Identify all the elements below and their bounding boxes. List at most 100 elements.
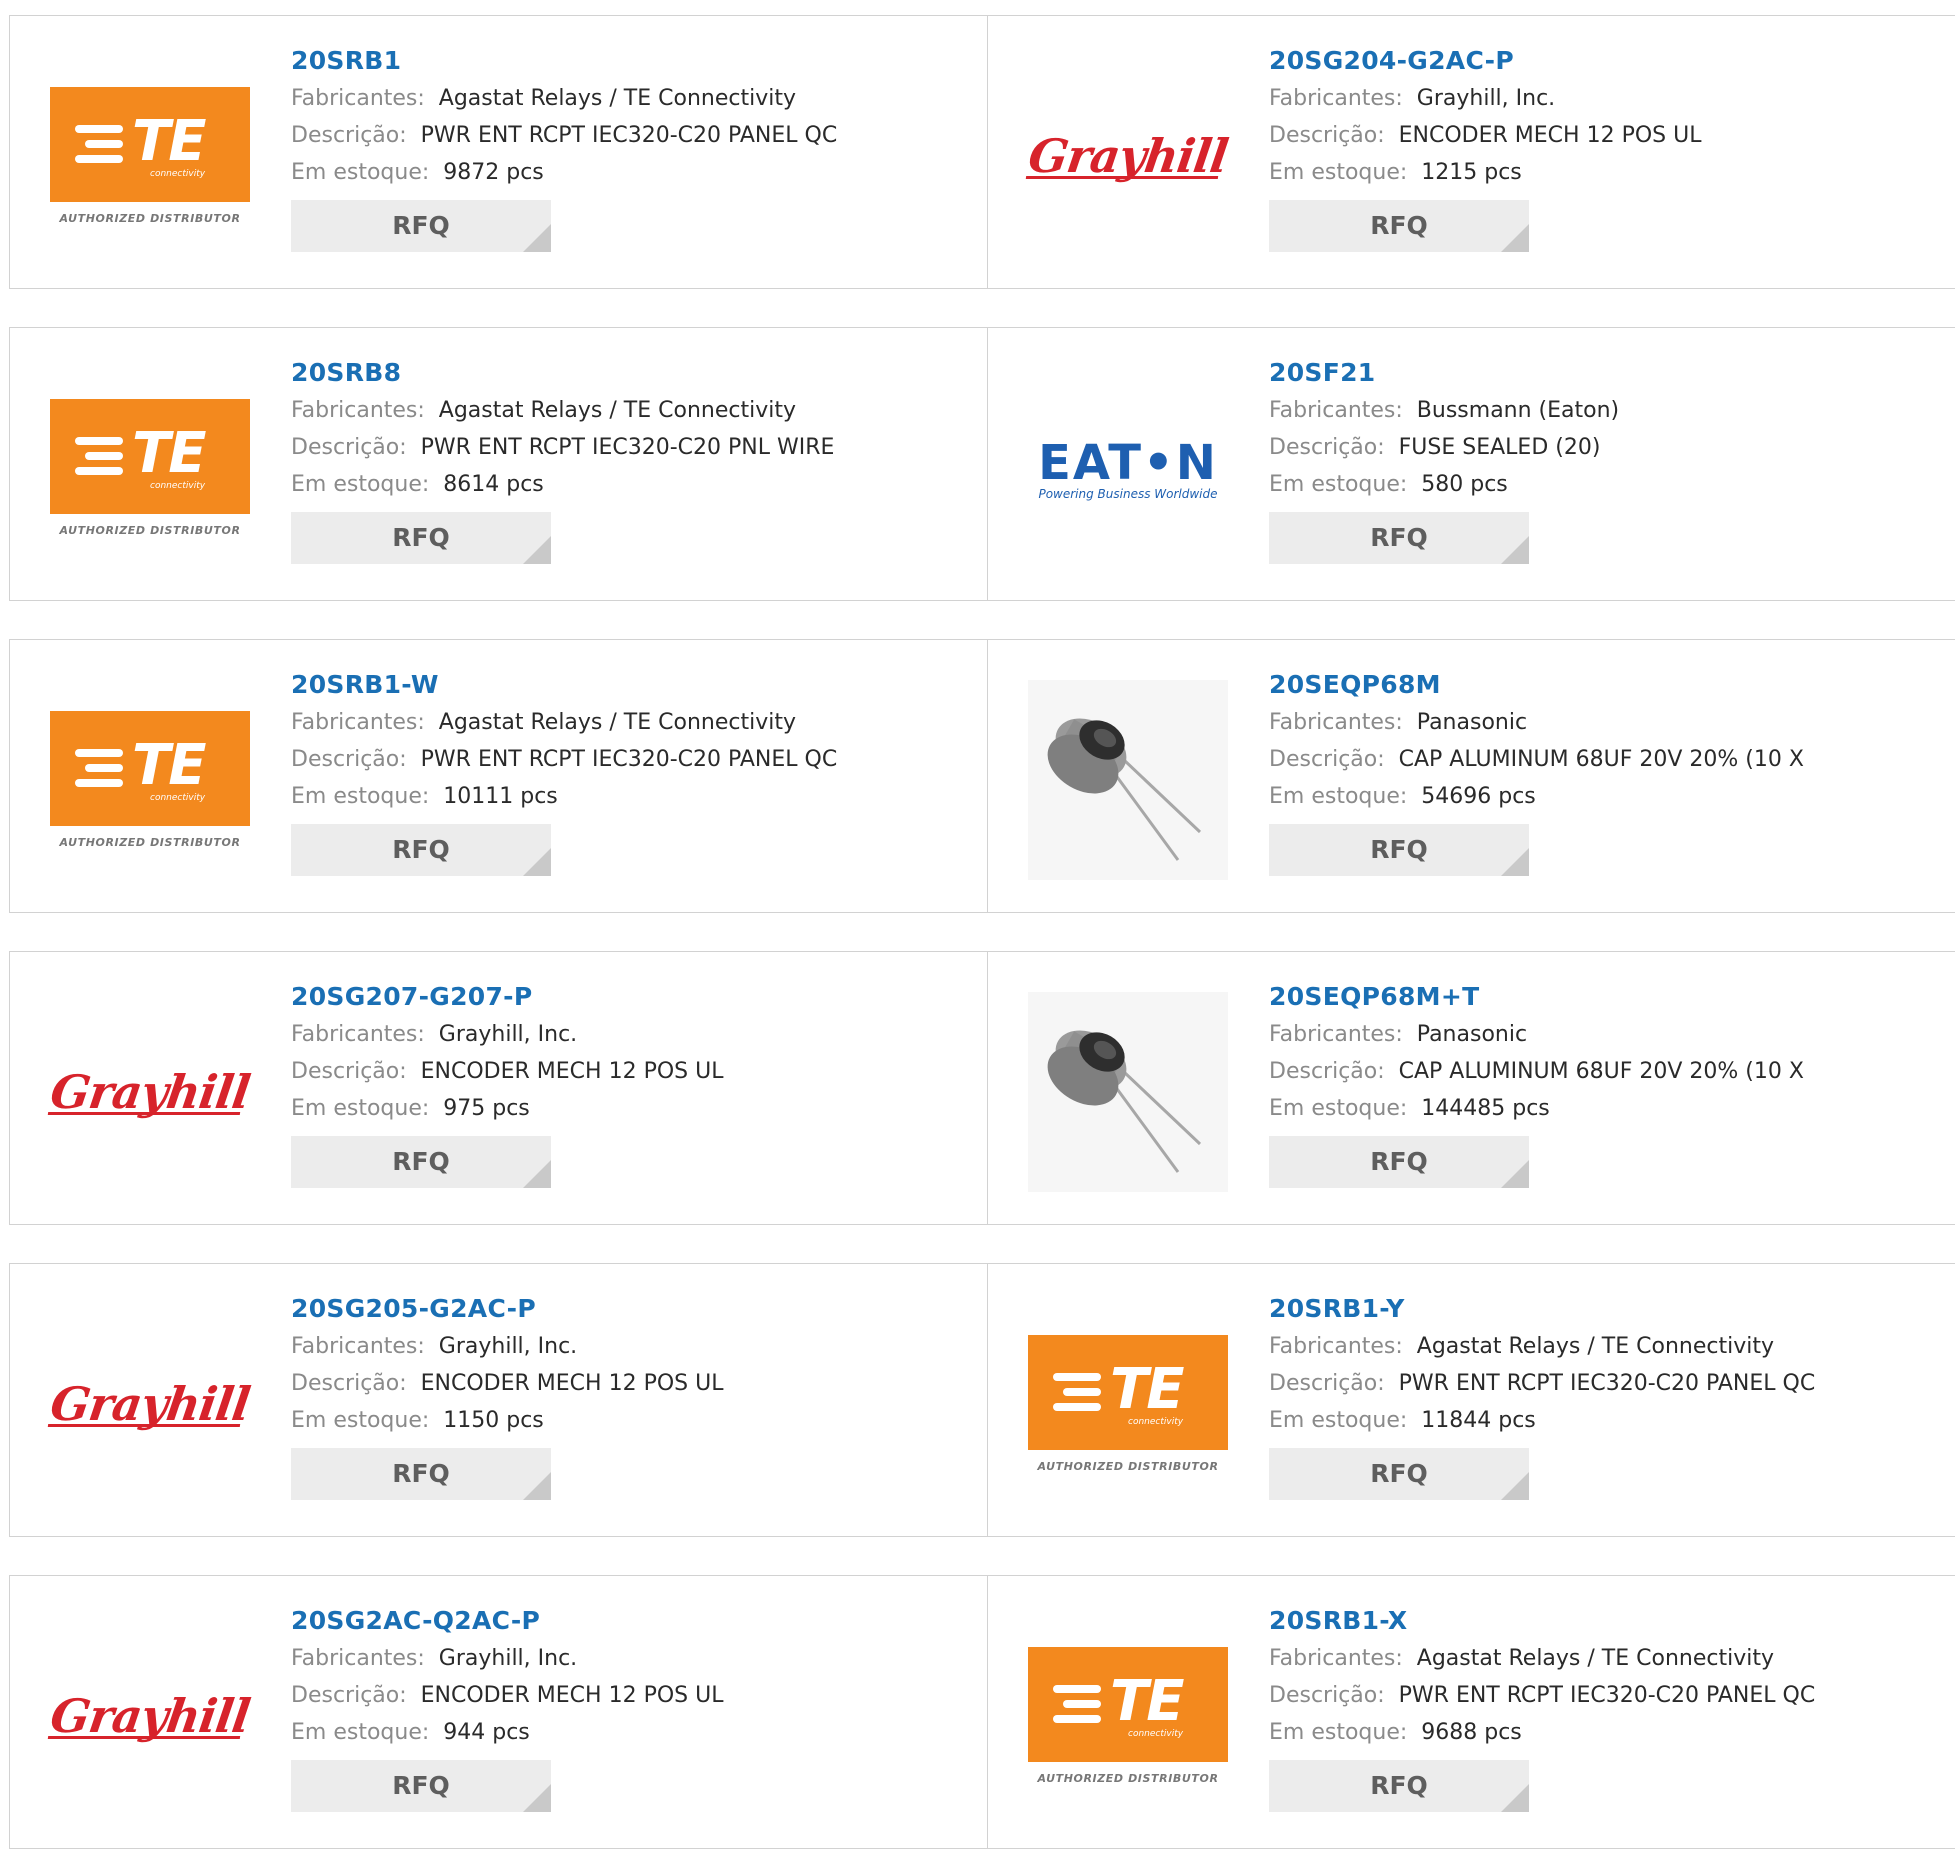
logo-slot[interactable]: TE connectivity AUTHORIZED DISTRIBUTOR — [1028, 1616, 1228, 1816]
logo-slot[interactable]: Grayhill — [47, 1616, 253, 1816]
part-number-link[interactable]: 20SG2AC-Q2AC-P — [291, 1602, 723, 1640]
manufacturer-value: Bussmann (Eaton) — [1416, 398, 1620, 423]
rfq-button[interactable]: RFQ — [1269, 200, 1529, 252]
description-label: Descrição: — [1269, 1371, 1385, 1396]
stock-line: Em estoque: 580 pcs — [1269, 466, 1619, 503]
manufacturer-line: Fabricantes: Agastat Relays / TE Connecti… — [1269, 1328, 1815, 1365]
stock-line: Em estoque: 9688 pcs — [1269, 1714, 1815, 1751]
part-number-link[interactable]: 20SRB1-X — [1269, 1602, 1815, 1640]
logo-slot[interactable] — [1028, 992, 1228, 1192]
rfq-button[interactable]: RFQ — [291, 1760, 551, 1812]
te-authorized-text: AUTHORIZED DISTRIBUTOR — [59, 212, 241, 225]
logo-slot[interactable]: TE connectivity AUTHORIZED DISTRIBUTOR — [50, 368, 250, 568]
rfq-button[interactable]: RFQ — [1269, 1760, 1529, 1812]
manufacturer-value: Agastat Relays / TE Connectivity — [438, 710, 796, 735]
manufacturer-label: Fabricantes: — [1269, 710, 1403, 735]
te-authorized-text: AUTHORIZED DISTRIBUTOR — [59, 836, 241, 849]
logo-slot[interactable]: TE connectivity AUTHORIZED DISTRIBUTOR — [50, 56, 250, 256]
te-tagline: connectivity — [150, 481, 206, 491]
stock-line: Em estoque: 1215 pcs — [1269, 154, 1701, 191]
description-value: PWR ENT RCPT IEC320-C20 PANEL QC — [420, 747, 838, 772]
corner-fold-icon — [523, 1784, 551, 1812]
description-label: Descrição: — [291, 747, 407, 772]
corner-fold-icon — [523, 1472, 551, 1500]
product-row: TE connectivity AUTHORIZED DISTRIBUTOR 2… — [9, 639, 1955, 913]
rfq-button[interactable]: RFQ — [291, 1136, 551, 1188]
te-authorized-text: AUTHORIZED DISTRIBUTOR — [59, 524, 241, 537]
stock-label: Em estoque: — [291, 1720, 430, 1745]
stock-label: Em estoque: — [1269, 472, 1408, 497]
part-number-link[interactable]: 20SRB1-Y — [1269, 1290, 1815, 1328]
rfq-button[interactable]: RFQ — [291, 200, 551, 252]
description-value: ENCODER MECH 12 POS UL — [420, 1059, 724, 1084]
manufacturer-label: Fabricantes: — [291, 86, 425, 111]
description-value: CAP ALUMINUM 68UF 20V 20% (10 X — [1398, 1059, 1804, 1084]
part-number-link[interactable]: 20SRB1 — [291, 42, 837, 80]
part-number-link[interactable]: 20SG205-G2AC-P — [291, 1290, 723, 1328]
part-number-link[interactable]: 20SRB8 — [291, 354, 834, 392]
product-card: Grayhill 20SG205-G2AC-P Fabricantes: Gray… — [10, 1264, 988, 1536]
manufacturer-label: Fabricantes: — [291, 1334, 425, 1359]
te-logo: TE connectivity AUTHORIZED DISTRIBUTOR — [1028, 1647, 1228, 1785]
part-number-link[interactable]: 20SEQP68M — [1269, 666, 1804, 704]
rfq-button[interactable]: RFQ — [291, 1448, 551, 1500]
rfq-button[interactable]: RFQ — [1269, 512, 1529, 564]
logo-slot[interactable]: Grayhill — [1025, 56, 1231, 256]
logo-slot[interactable]: TE connectivity AUTHORIZED DISTRIBUTOR — [50, 680, 250, 880]
rfq-label: RFQ — [392, 1771, 450, 1800]
rfq-button[interactable]: RFQ — [291, 512, 551, 564]
logo-slot[interactable]: TE connectivity AUTHORIZED DISTRIBUTOR — [1028, 1304, 1228, 1504]
part-number-link[interactable]: 20SF21 — [1269, 354, 1619, 392]
description-label: Descrição: — [291, 435, 407, 460]
product-info: 20SF21 Fabricantes: Bussmann (Eaton) Desc… — [1269, 354, 1619, 564]
description-line: Descrição: PWR ENT RCPT IEC320-C20 PANEL … — [291, 117, 837, 154]
manufacturer-value: Agastat Relays / TE Connectivity — [438, 86, 796, 111]
stock-line: Em estoque: 9872 pcs — [291, 154, 837, 191]
rfq-label: RFQ — [1370, 1771, 1428, 1800]
stock-value: 944 pcs — [443, 1720, 530, 1745]
rfq-button[interactable]: RFQ — [1269, 1136, 1529, 1188]
logo-slot[interactable]: Grayhill — [47, 1304, 253, 1504]
part-number-link[interactable]: 20SRB1-W — [291, 666, 837, 704]
stock-value: 10111 pcs — [443, 784, 558, 809]
description-value: PWR ENT RCPT IEC320-C20 PNL WIRE — [420, 435, 835, 460]
description-value: PWR ENT RCPT IEC320-C20 PANEL QC — [420, 123, 838, 148]
manufacturer-label: Fabricantes: — [1269, 1022, 1403, 1047]
rfq-label: RFQ — [1370, 523, 1428, 552]
stock-label: Em estoque: — [291, 1408, 430, 1433]
product-card: TE connectivity AUTHORIZED DISTRIBUTOR 2… — [988, 1576, 1955, 1848]
manufacturer-line: Fabricantes: Panasonic — [1269, 704, 1804, 741]
product-info: 20SG207-G207-P Fabricantes: Grayhill, Inc… — [291, 978, 723, 1188]
rfq-button[interactable]: RFQ — [1269, 824, 1529, 876]
stock-value: 580 pcs — [1421, 472, 1508, 497]
stock-value: 1150 pcs — [443, 1408, 544, 1433]
part-number-link[interactable]: 20SG204-G2AC-P — [1269, 42, 1701, 80]
product-row: Grayhill 20SG2AC-Q2AC-P Fabricantes: Gray… — [9, 1575, 1955, 1849]
manufacturer-label: Fabricantes: — [1269, 398, 1403, 423]
manufacturer-label: Fabricantes: — [291, 710, 425, 735]
rfq-button[interactable]: RFQ — [291, 824, 551, 876]
product-row: Grayhill 20SG205-G2AC-P Fabricantes: Gray… — [9, 1263, 1955, 1537]
description-value: PWR ENT RCPT IEC320-C20 PANEL QC — [1398, 1371, 1816, 1396]
description-line: Descrição: PWR ENT RCPT IEC320-C20 PANEL … — [1269, 1365, 1815, 1402]
part-number-link[interactable]: 20SG207-G207-P — [291, 978, 723, 1016]
manufacturer-value: Grayhill, Inc. — [438, 1334, 578, 1359]
te-authorized-text: AUTHORIZED DISTRIBUTOR — [1037, 1772, 1219, 1785]
logo-slot[interactable] — [1028, 680, 1228, 880]
stock-line: Em estoque: 1150 pcs — [291, 1402, 723, 1439]
te-logo-text: TE — [1110, 1357, 1184, 1422]
description-label: Descrição: — [1269, 747, 1385, 772]
rfq-button[interactable]: RFQ — [1269, 1448, 1529, 1500]
product-card: Grayhill 20SG207-G207-P Fabricantes: Gray… — [10, 952, 988, 1224]
capacitor-icon — [1047, 1030, 1202, 1173]
description-label: Descrição: — [1269, 1059, 1385, 1084]
te-logo-text: TE — [132, 733, 206, 798]
stock-line: Em estoque: 975 pcs — [291, 1090, 723, 1127]
manufacturer-value: Agastat Relays / TE Connectivity — [1416, 1646, 1774, 1671]
logo-slot[interactable]: Grayhill — [47, 992, 253, 1192]
description-line: Descrição: ENCODER MECH 12 POS UL — [291, 1677, 723, 1714]
logo-slot[interactable]: EAT•N Powering Business Worldwide — [1028, 368, 1228, 568]
part-number-link[interactable]: 20SEQP68M+T — [1269, 978, 1804, 1016]
te-logo: TE connectivity AUTHORIZED DISTRIBUTOR — [50, 399, 250, 537]
stock-value: 8614 pcs — [443, 472, 544, 497]
